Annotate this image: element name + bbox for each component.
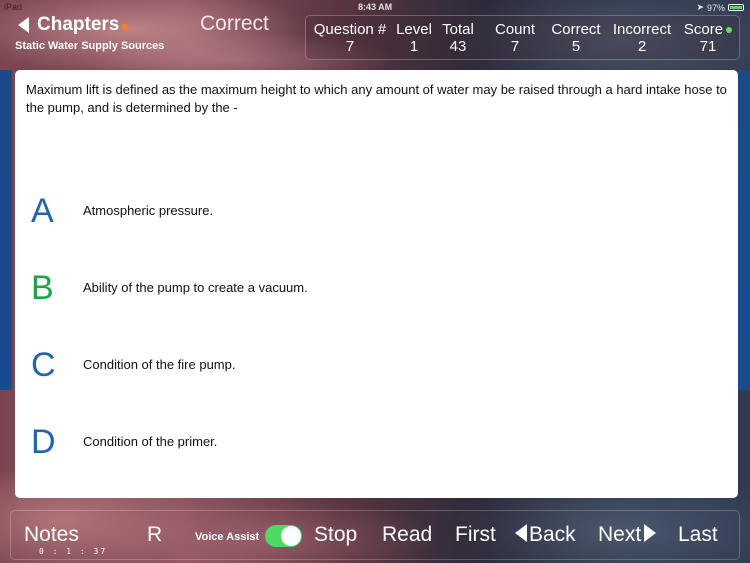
bottom-toolbar: Notes 0 : 1 : 37 R Voice Assist Stop Rea… [10, 510, 740, 560]
stop-button[interactable]: Stop [314, 523, 357, 547]
next-button[interactable]: Next [598, 523, 657, 547]
battery-percent: 97% [706, 2, 725, 13]
answer-option-d[interactable]: D Condition of the primer. [15, 422, 715, 472]
question-text: Maximum lift is defined as the maximum h… [26, 82, 727, 115]
stat-label: Incorrect [612, 21, 672, 38]
chapters-label: Chapters [37, 14, 120, 35]
answer-text: Atmospheric pressure. [83, 203, 214, 218]
stat-value: 7 [510, 38, 520, 55]
answer-letter: C [31, 346, 56, 384]
clock: 8:43 AM [358, 2, 393, 12]
score-label-text: Score [683, 21, 724, 38]
background-strip-right [738, 70, 750, 390]
green-indicator-icon [726, 27, 733, 34]
stat-value: 43 [449, 38, 467, 55]
status-right: ➤ 97% [696, 2, 744, 13]
voice-assist-toggle[interactable] [265, 525, 302, 547]
battery-icon [728, 4, 744, 11]
chapters-back-button[interactable]: Chapters [18, 14, 129, 36]
answer-text: Ability of the pump to create a vacuum. [83, 280, 308, 295]
stat-value: 5 [571, 38, 581, 55]
stat-level: Level 1 [390, 21, 438, 55]
r-button[interactable]: R [147, 523, 162, 547]
next-label: Next [598, 523, 642, 546]
next-arrow-icon [644, 524, 657, 542]
answer-option-c[interactable]: C Condition of the fire pump. [15, 345, 715, 395]
stat-label: Score [680, 21, 736, 38]
question-card: Maximum lift is defined as the maximum h… [15, 70, 738, 498]
stat-score: Score 71 [680, 21, 736, 55]
elapsed-timer: 0 : 1 : 37 [39, 547, 108, 556]
notes-button[interactable]: Notes [24, 523, 79, 547]
stat-incorrect: Incorrect 2 [611, 21, 673, 55]
stat-label: Level [396, 21, 432, 38]
stat-label: Question # [313, 21, 387, 38]
stat-value: 71 [699, 38, 717, 55]
answer-option-b[interactable]: B Ability of the pump to create a vacuum… [15, 268, 715, 318]
voice-assist-label: Voice Assist [195, 531, 260, 543]
stats-panel: Question # 7 Level 1 Total 43 Count 7 Co… [305, 15, 740, 60]
answer-letter: D [31, 423, 56, 461]
back-label: Back [529, 523, 576, 546]
device-name: iPad [4, 2, 23, 12]
answer-text: Condition of the primer. [83, 434, 218, 449]
first-button[interactable]: First [455, 523, 496, 547]
stat-value: 2 [637, 38, 647, 55]
answer-result-status: Correct [200, 12, 269, 35]
stat-label: Count [494, 21, 536, 38]
back-arrow-icon [18, 17, 29, 33]
back-arrow-icon [515, 524, 527, 542]
stat-label: Correct [551, 21, 601, 38]
stat-value: 7 [345, 38, 355, 55]
back-button[interactable]: Back [515, 523, 576, 547]
read-button[interactable]: Read [382, 523, 432, 547]
stat-total: Total 43 [438, 21, 478, 55]
answer-text: Condition of the fire pump. [83, 357, 236, 372]
status-bar: iPad 8:43 AM ➤ 97% [0, 0, 750, 14]
stat-question-number: Question # 7 [310, 21, 390, 55]
answer-option-a[interactable]: A Atmospheric pressure. [15, 191, 715, 241]
stat-count: Count 7 [490, 21, 540, 55]
background-strip-left [0, 70, 12, 390]
answer-letter: A [31, 192, 54, 230]
stat-correct: Correct 5 [548, 21, 604, 55]
stat-value: 1 [409, 38, 419, 55]
stat-label: Total [442, 21, 474, 38]
last-button[interactable]: Last [678, 523, 718, 547]
toggle-knob [281, 526, 301, 546]
orange-indicator-icon [122, 24, 129, 30]
answer-letter: B [31, 269, 54, 307]
chapter-subtitle: Static Water Supply Sources [15, 40, 165, 52]
location-icon: ➤ [696, 2, 704, 12]
